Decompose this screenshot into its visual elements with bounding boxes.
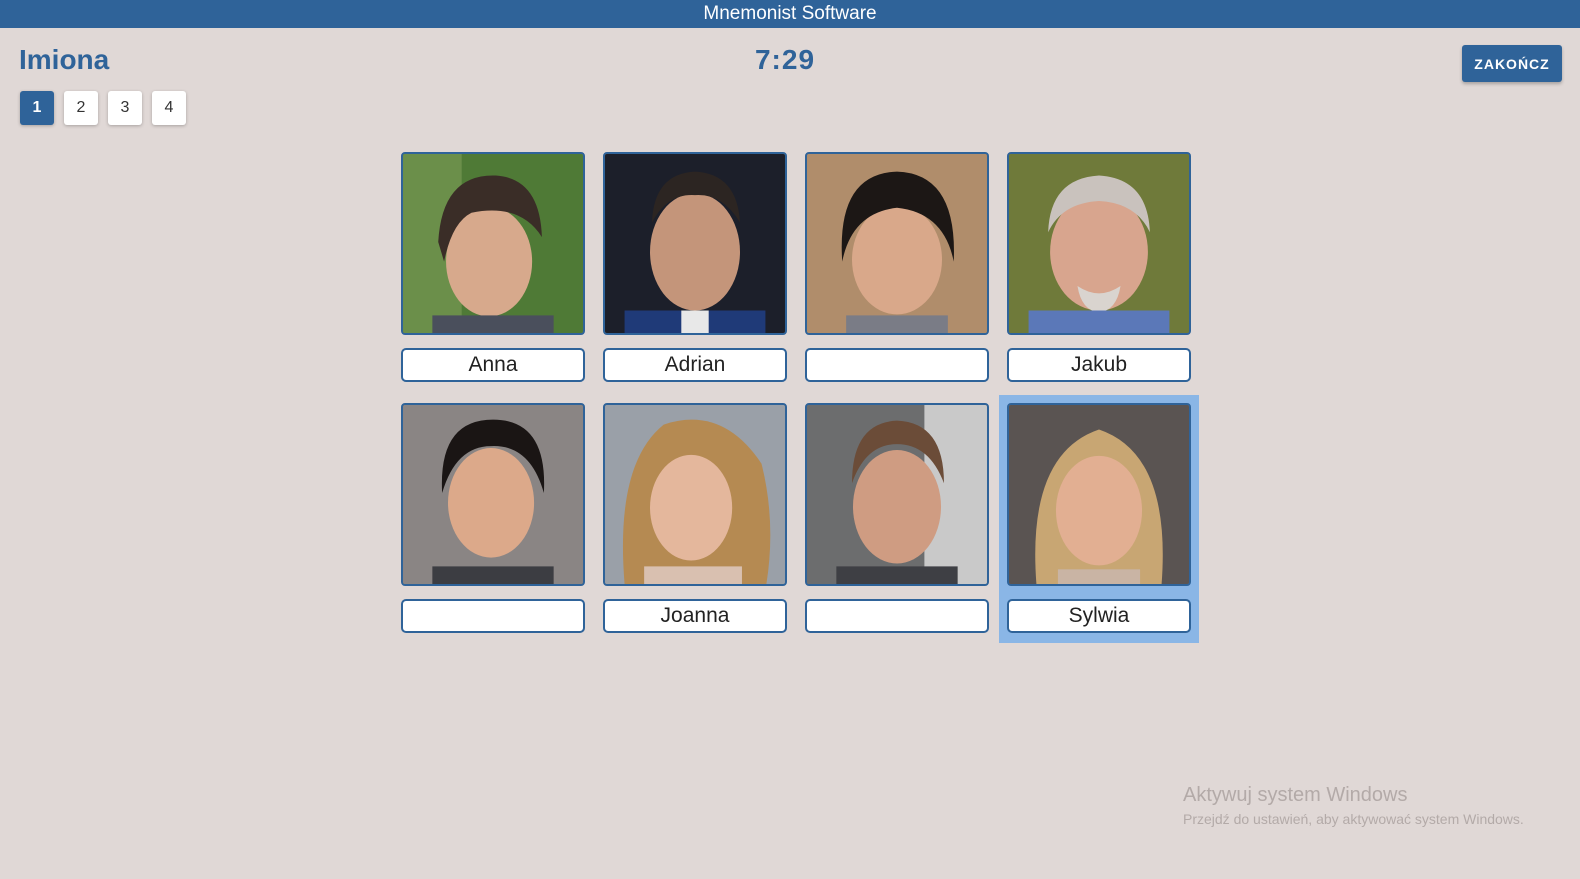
name-field[interactable]: [1007, 599, 1191, 633]
face-card-1[interactable]: [401, 152, 585, 382]
pagination: 1 2 3 4: [20, 91, 186, 125]
page-button-2[interactable]: 2: [64, 91, 98, 125]
page-button-3[interactable]: 3: [108, 91, 142, 125]
page-title: Imiona: [19, 44, 110, 75]
face-photo: [603, 152, 787, 335]
finish-button[interactable]: ZAKOŃCZ: [1462, 45, 1562, 82]
name-field[interactable]: [603, 348, 787, 382]
watermark-title: Aktywuj system Windows: [1183, 784, 1408, 806]
face-card-6[interactable]: [603, 403, 787, 633]
name-field[interactable]: [1007, 348, 1191, 382]
page-button-4[interactable]: 4: [152, 91, 186, 125]
face-photo: [805, 403, 989, 586]
watermark-subtitle: Przejdź do ustawień, aby aktywować syste…: [1183, 811, 1524, 827]
name-field[interactable]: [401, 599, 585, 633]
page-button-1[interactable]: 1: [20, 91, 54, 125]
face-card-2[interactable]: [603, 152, 787, 382]
face-photo: [401, 152, 585, 335]
name-field[interactable]: [603, 599, 787, 633]
face-photo: [805, 152, 989, 335]
face-photo: [603, 403, 787, 586]
name-field[interactable]: [401, 348, 585, 382]
name-field[interactable]: [805, 348, 989, 382]
windows-activation-watermark: Aktywuj system Windows Przejdź do ustawi…: [1183, 784, 1524, 827]
name-field[interactable]: [805, 599, 989, 633]
face-card-7[interactable]: [805, 403, 989, 633]
face-photo: [401, 403, 585, 586]
face-photo: [1007, 403, 1191, 586]
face-card-5[interactable]: [401, 403, 585, 633]
face-card-3[interactable]: [805, 152, 989, 382]
app-title-bar: Mnemonist Software: [0, 0, 1580, 28]
face-photo: [1007, 152, 1191, 335]
face-card-4[interactable]: [1007, 152, 1191, 382]
face-card-8[interactable]: [999, 395, 1199, 643]
countdown-timer: 7:29: [754, 44, 816, 75]
